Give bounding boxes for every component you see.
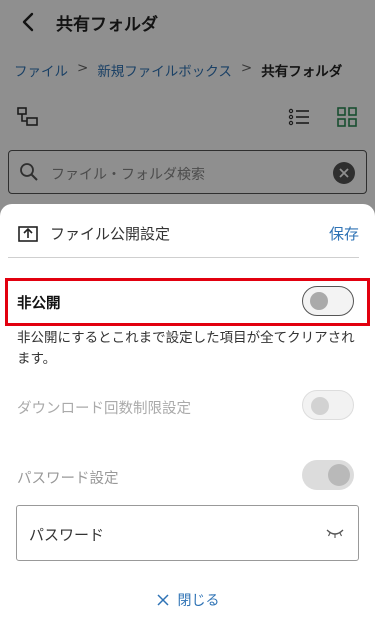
password-field[interactable]: パスワード	[16, 505, 359, 561]
password-toggle[interactable]	[302, 460, 354, 490]
save-button[interactable]: 保存	[329, 223, 359, 244]
toggle-knob	[311, 397, 329, 415]
sheet-title: ファイル公開設定	[50, 225, 171, 243]
download-limit-toggle[interactable]	[302, 390, 354, 420]
eye-closed-icon[interactable]	[326, 527, 344, 539]
publish-settings-sheet: ファイル公開設定 保存 非公開 非公開にするとこれまで設定した項目が全てクリアさ…	[0, 204, 375, 641]
close-button[interactable]: 閉じる	[0, 590, 375, 610]
private-description: 非公開にするとこれまで設定した項目が全てクリアされます。	[17, 330, 355, 367]
toggle-knob	[310, 292, 328, 310]
toggle-knob	[328, 464, 350, 486]
close-label: 閉じる	[177, 593, 220, 609]
upload-icon	[18, 226, 38, 242]
private-label: 非公開	[17, 296, 61, 312]
download-limit-label: ダウンロード回数制限設定	[17, 401, 191, 417]
private-toggle[interactable]	[302, 286, 354, 316]
close-icon	[156, 594, 169, 606]
password-setting-label: パスワード設定	[17, 471, 119, 487]
sheet-header: ファイル公開設定 保存	[8, 204, 359, 258]
password-placeholder: パスワード	[29, 526, 105, 544]
